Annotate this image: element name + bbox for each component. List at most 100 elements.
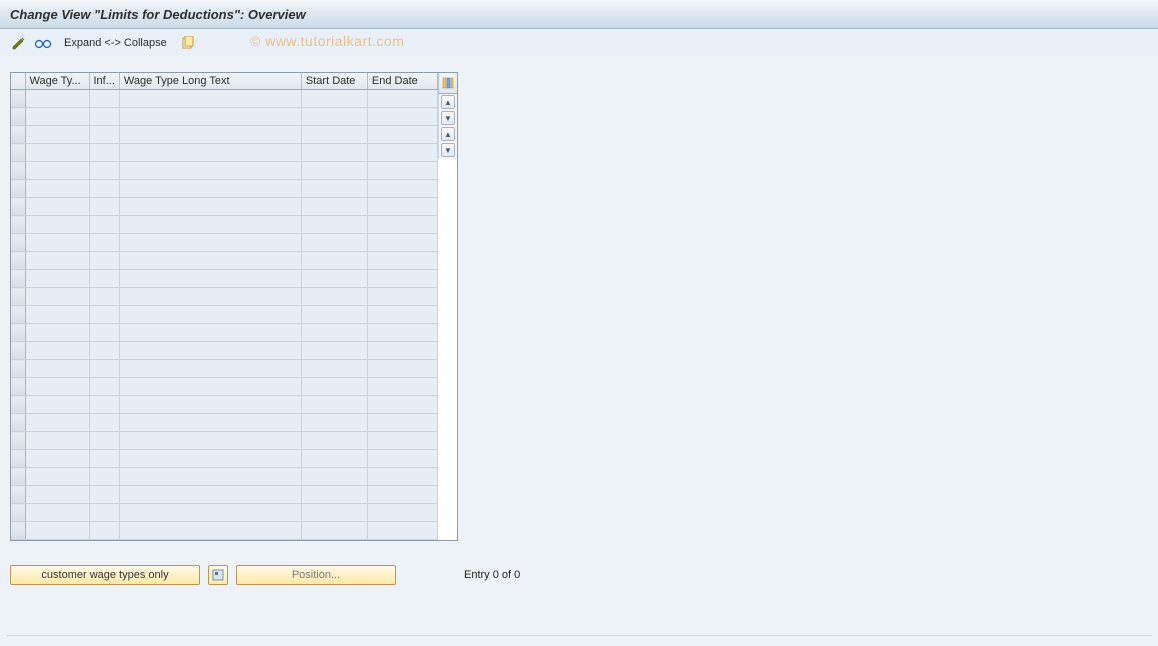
cell[interactable] (119, 234, 301, 252)
grid[interactable]: Wage Ty... Inf... Wage Type Long Text St… (11, 73, 438, 540)
row-selector[interactable] (11, 270, 25, 288)
cell[interactable] (301, 126, 367, 144)
cell[interactable] (301, 270, 367, 288)
cell[interactable] (367, 324, 437, 342)
table-row[interactable] (11, 468, 437, 486)
cell[interactable] (25, 252, 89, 270)
vertical-scrollbar[interactable]: ▲ ▼ ▲ ▼ (438, 94, 457, 158)
cell[interactable] (25, 144, 89, 162)
cell[interactable] (89, 90, 119, 108)
col-start-date[interactable]: Start Date (301, 73, 367, 90)
cell[interactable] (89, 504, 119, 522)
table-row[interactable] (11, 216, 437, 234)
row-selector[interactable] (11, 288, 25, 306)
table-row[interactable] (11, 108, 437, 126)
cell[interactable] (301, 378, 367, 396)
cell[interactable] (25, 306, 89, 324)
cell[interactable] (89, 126, 119, 144)
cell[interactable] (25, 198, 89, 216)
row-selector[interactable] (11, 396, 25, 414)
cell[interactable] (119, 108, 301, 126)
cell[interactable] (301, 90, 367, 108)
cell[interactable] (89, 288, 119, 306)
cell[interactable] (89, 234, 119, 252)
cell[interactable] (301, 252, 367, 270)
table-row[interactable] (11, 144, 437, 162)
cell[interactable] (89, 144, 119, 162)
table-row[interactable] (11, 396, 437, 414)
col-end-date[interactable]: End Date (367, 73, 437, 90)
row-selector[interactable] (11, 486, 25, 504)
cell[interactable] (119, 216, 301, 234)
cell[interactable] (25, 468, 89, 486)
cell[interactable] (119, 324, 301, 342)
cell[interactable] (301, 486, 367, 504)
cell[interactable] (301, 522, 367, 540)
cell[interactable] (89, 432, 119, 450)
cell[interactable] (301, 414, 367, 432)
cell[interactable] (367, 342, 437, 360)
cell[interactable] (25, 396, 89, 414)
row-selector[interactable] (11, 198, 25, 216)
row-selector[interactable] (11, 234, 25, 252)
cell[interactable] (25, 126, 89, 144)
cell[interactable] (119, 342, 301, 360)
table-row[interactable] (11, 522, 437, 540)
cell[interactable] (25, 108, 89, 126)
cell[interactable] (301, 360, 367, 378)
cell[interactable] (89, 360, 119, 378)
row-selector[interactable] (11, 90, 25, 108)
cell[interactable] (89, 342, 119, 360)
table-row[interactable] (11, 378, 437, 396)
table-row[interactable] (11, 252, 437, 270)
table-row[interactable] (11, 270, 437, 288)
row-selector[interactable] (11, 342, 25, 360)
cell[interactable] (367, 198, 437, 216)
cell[interactable] (25, 378, 89, 396)
cell[interactable] (367, 414, 437, 432)
cell[interactable] (367, 378, 437, 396)
cell[interactable] (89, 486, 119, 504)
cell[interactable] (119, 144, 301, 162)
cell[interactable] (301, 234, 367, 252)
details-glasses-icon[interactable] (34, 34, 52, 52)
cell[interactable] (119, 90, 301, 108)
scroll-up-button-2[interactable]: ▲ (441, 127, 455, 141)
table-row[interactable] (11, 126, 437, 144)
select-all-header[interactable] (11, 73, 25, 90)
table-row[interactable] (11, 234, 437, 252)
cell[interactable] (25, 450, 89, 468)
cell[interactable] (367, 90, 437, 108)
cell[interactable] (89, 252, 119, 270)
table-row[interactable] (11, 342, 437, 360)
row-selector[interactable] (11, 504, 25, 522)
cell[interactable] (367, 234, 437, 252)
table-row[interactable] (11, 504, 437, 522)
row-selector[interactable] (11, 306, 25, 324)
cell[interactable] (119, 198, 301, 216)
cell[interactable] (119, 126, 301, 144)
row-selector[interactable] (11, 216, 25, 234)
cell[interactable] (301, 450, 367, 468)
cell[interactable] (301, 468, 367, 486)
cell[interactable] (367, 180, 437, 198)
row-selector[interactable] (11, 450, 25, 468)
cell[interactable] (367, 504, 437, 522)
cell[interactable] (89, 396, 119, 414)
cell[interactable] (89, 306, 119, 324)
cell[interactable] (119, 162, 301, 180)
cell[interactable] (301, 198, 367, 216)
cell[interactable] (301, 324, 367, 342)
cell[interactable] (301, 108, 367, 126)
cell[interactable] (25, 414, 89, 432)
row-selector[interactable] (11, 378, 25, 396)
cell[interactable] (89, 198, 119, 216)
cell[interactable] (301, 342, 367, 360)
cell[interactable] (119, 378, 301, 396)
row-selector[interactable] (11, 432, 25, 450)
cell[interactable] (25, 522, 89, 540)
cell[interactable] (367, 486, 437, 504)
row-selector[interactable] (11, 522, 25, 540)
cell[interactable] (89, 324, 119, 342)
cell[interactable] (301, 288, 367, 306)
